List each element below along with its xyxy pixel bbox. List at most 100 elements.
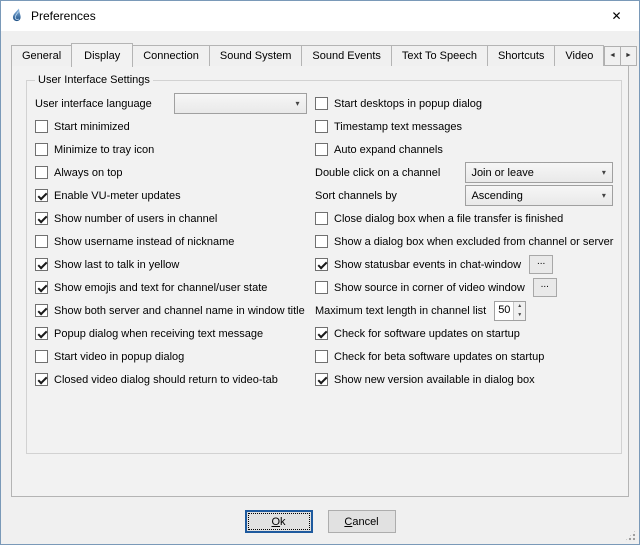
close-icon[interactable]: ✕ [594,1,639,31]
sort-channels-row: Sort channels by Ascending ▾ [315,184,613,207]
checkbox-label: Check for beta software updates on start… [334,351,544,363]
max-text-length-spinner[interactable]: 50 ▲ ▼ [494,301,526,321]
tab-scroll-right-icon[interactable]: ► [620,46,637,66]
tab-general[interactable]: General [11,45,72,66]
checkbox-box [315,258,328,271]
language-label: User interface language [35,98,152,110]
checkbox-statusbar-events[interactable]: Show statusbar events in chat-window ... [315,253,613,276]
checkbox-label: Show emojis and text for channel/user st… [54,282,267,294]
checkbox-closed-video-return[interactable]: Closed video dialog should return to vid… [35,368,307,391]
checkbox-server-channel-in-title[interactable]: Show both server and channel name in win… [35,299,307,322]
checkbox-label: Start video in popup dialog [54,351,184,363]
checkbox-box [35,373,48,386]
statusbar-events-config-button[interactable]: ... [529,255,553,274]
checkbox-close-filetransfer-dialog[interactable]: Close dialog box when a file transfer is… [315,207,613,230]
max-text-length-label: Maximum text length in channel list [315,305,486,317]
dialog-button-row: Ok Cancel [1,510,639,533]
checkbox-label: Check for software updates on startup [334,328,520,340]
tab-connection[interactable]: Connection [132,45,210,66]
combo-value: Ascending [471,190,595,202]
checkbox-box [315,350,328,363]
cancel-button[interactable]: Cancel [328,510,396,533]
checkbox-show-last-talk-yellow[interactable]: Show last to talk in yellow [35,253,307,276]
left-column: User interface language ▾ Start minimize… [35,92,307,391]
checkbox-label: Show new version available in dialog box [334,374,535,386]
checkbox-show-emojis[interactable]: Show emojis and text for channel/user st… [35,276,307,299]
tab-bar: General Display Connection Sound System … [1,43,639,66]
display-tab-page: User Interface Settings User interface l… [11,65,629,497]
sort-channels-select[interactable]: Ascending ▾ [465,185,613,206]
checkbox-box [35,212,48,225]
checkbox-box [315,143,328,156]
checkbox-label: Start minimized [54,121,130,133]
checkbox-timestamp-messages[interactable]: Timestamp text messages [315,115,613,138]
double-click-label: Double click on a channel [315,167,440,179]
double-click-channel-select[interactable]: Join or leave ▾ [465,162,613,183]
checkbox-label: Show both server and channel name in win… [54,305,305,317]
chevron-down-icon: ▾ [595,168,612,177]
spin-buttons: ▲ ▼ [513,302,525,320]
language-select[interactable]: ▾ [174,93,307,114]
tab-video[interactable]: Video [554,45,604,66]
tab-shortcuts[interactable]: Shortcuts [487,45,555,66]
checkbox-start-desktops-popup[interactable]: Start desktops in popup dialog [315,92,613,115]
checkbox-box [315,373,328,386]
tab-display[interactable]: Display [71,43,133,67]
checkbox-popup-text-message[interactable]: Popup dialog when receiving text message [35,322,307,345]
checkbox-video-source-corner[interactable]: Show source in corner of video window ..… [315,276,613,299]
checkbox-show-username[interactable]: Show username instead of nickname [35,230,307,253]
checkbox-start-minimized[interactable]: Start minimized [35,115,307,138]
checkbox-label: Popup dialog when receiving text message [54,328,263,340]
checkbox-label: Show a dialog box when excluded from cha… [334,236,613,248]
checkbox-box [315,235,328,248]
ok-button[interactable]: Ok [245,510,313,533]
checkbox-label: Show last to talk in yellow [54,259,179,271]
checkbox-label: Always on top [54,167,122,179]
checkbox-box [35,235,48,248]
checkbox-new-version-dialog[interactable]: Show new version available in dialog box [315,368,613,391]
checkbox-start-video-popup[interactable]: Start video in popup dialog [35,345,307,368]
checkbox-show-user-count[interactable]: Show number of users in channel [35,207,307,230]
language-row: User interface language ▾ [35,92,307,115]
titlebar[interactable]: Preferences ✕ [1,1,639,31]
spin-up-icon[interactable]: ▲ [514,302,525,311]
checkbox-show-excluded-dialog[interactable]: Show a dialog box when excluded from cha… [315,230,613,253]
group-title: User Interface Settings [35,74,153,86]
video-source-config-button[interactable]: ... [533,278,557,297]
tab-sound-events[interactable]: Sound Events [301,45,392,66]
checkbox-label: Close dialog box when a file transfer is… [334,213,563,225]
checkbox-box [35,350,48,363]
checkbox-label: Show statusbar events in chat-window [334,259,521,271]
checkbox-box [315,281,328,294]
checkbox-always-on-top[interactable]: Always on top [35,161,307,184]
tab-scroll-left-icon[interactable]: ◄ [604,46,621,66]
checkbox-enable-vu-meter[interactable]: Enable VU-meter updates [35,184,307,207]
checkbox-box [35,281,48,294]
spin-value: 50 [495,302,513,320]
tab-sound-system[interactable]: Sound System [209,45,303,66]
checkbox-box [315,120,328,133]
checkbox-box [35,143,48,156]
checkbox-label: Closed video dialog should return to vid… [54,374,278,386]
checkbox-check-updates[interactable]: Check for software updates on startup [315,322,613,345]
checkbox-auto-expand-channels[interactable]: Auto expand channels [315,138,613,161]
checkbox-label: Timestamp text messages [334,121,462,133]
checkbox-minimize-to-tray[interactable]: Minimize to tray icon [35,138,307,161]
checkbox-box [315,97,328,110]
max-text-length-row: Maximum text length in channel list 50 ▲… [315,299,613,322]
checkbox-label: Show username instead of nickname [54,236,234,248]
checkbox-label: Show number of users in channel [54,213,217,225]
preferences-dialog: Preferences ✕ General Display Connection… [0,0,640,545]
double-click-row: Double click on a channel Join or leave … [315,161,613,184]
checkbox-label: Start desktops in popup dialog [334,98,482,110]
chevron-down-icon: ▾ [289,99,306,108]
checkbox-box [35,166,48,179]
checkbox-check-beta-updates[interactable]: Check for beta software updates on start… [315,345,613,368]
tab-text-to-speech[interactable]: Text To Speech [391,45,488,66]
checkbox-label: Minimize to tray icon [54,144,154,156]
checkbox-box [315,212,328,225]
checkbox-box [35,327,48,340]
checkbox-box [35,120,48,133]
window-title: Preferences [31,9,96,23]
spin-down-icon[interactable]: ▼ [514,311,525,320]
